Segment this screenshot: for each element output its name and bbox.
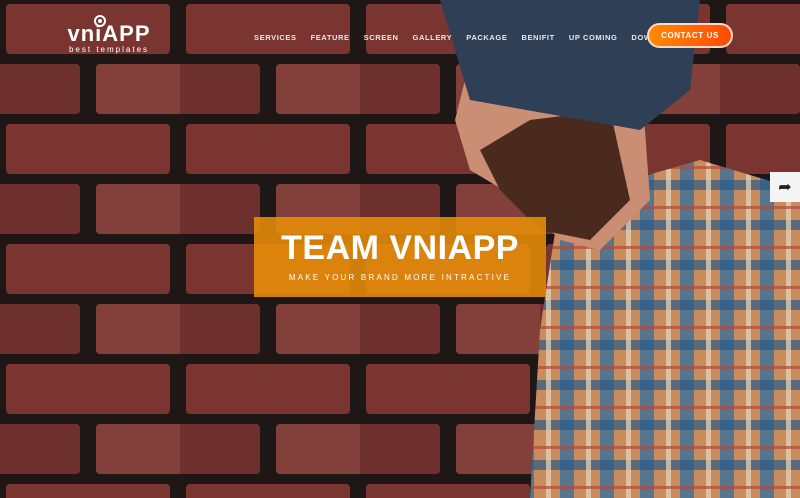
logo-mark: vniAPP <box>67 21 151 46</box>
hero-subtitle: MAKE YOUR BRAND MORE INTRACTIVE <box>288 273 512 282</box>
main-nav: SERVICES FEATURE SCREEN GALLERY PACKAGE … <box>254 33 701 42</box>
nav-benifit[interactable]: BENIFIT <box>521 33 554 42</box>
hero-banner: TEAM VNIAPP MAKE YOUR BRAND MORE INTRACT… <box>254 217 546 297</box>
nav-services[interactable]: SERVICES <box>254 33 297 42</box>
contact-us-button[interactable]: CONTACT US <box>647 23 733 48</box>
nav-package[interactable]: PACKAGE <box>466 33 507 42</box>
nav-screen[interactable]: SCREEN <box>364 33 399 42</box>
nav-feature[interactable]: FEATURE <box>311 33 350 42</box>
hero-title: TEAM VNIAPP <box>281 229 519 267</box>
share-icon: ➦ <box>778 179 792 196</box>
logo-tagline: best templates <box>68 45 150 54</box>
nav-up-coming[interactable]: UP COMING <box>569 33 618 42</box>
nav-gallery[interactable]: GALLERY <box>413 33 453 42</box>
logo[interactable]: vniAPP best templates <box>66 15 152 54</box>
logo-target-icon <box>94 15 106 27</box>
share-button[interactable]: ➦ <box>770 172 800 202</box>
